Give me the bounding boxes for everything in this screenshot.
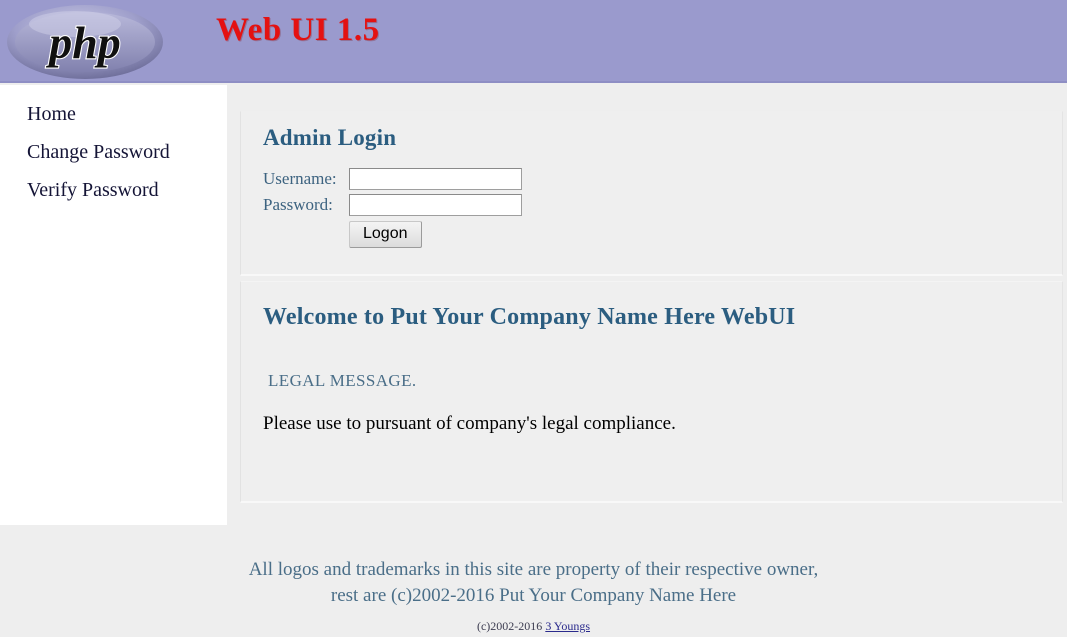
sidebar: Home Change Password Verify Password <box>0 85 227 525</box>
footer-copyright-text: (c)2002-2016 <box>476 619 546 633</box>
page-header: php Web UI 1.5 <box>0 0 1067 83</box>
page-footer: All logos and trademarks in this site ar… <box>0 528 1067 637</box>
password-input[interactable] <box>349 194 522 216</box>
sidebar-item-home[interactable]: Home <box>0 95 227 133</box>
legal-message-body: Please use to pursuant of company's lega… <box>263 413 676 434</box>
footer-line-2: rest are (c)2002-2016 Put Your Company N… <box>330 585 737 606</box>
legal-message-title: LEGAL MESSAGE. <box>268 371 417 390</box>
php-logo: php <box>7 5 163 79</box>
username-input[interactable] <box>349 168 522 190</box>
password-label: Password: <box>263 195 333 214</box>
sidebar-nav: Home Change Password Verify Password <box>0 85 227 209</box>
submit-row: Logon <box>263 221 522 248</box>
page-title: Web UI 1.5 <box>216 12 380 48</box>
footer-line-1: All logos and trademarks in this site ar… <box>248 559 819 580</box>
main-content: Admin Login Username: Password: Logon We… <box>227 85 1067 525</box>
footer-copyright: (c)2002-2016 3 Youngs <box>0 609 1067 634</box>
footer-credit-link[interactable]: 3 Youngs <box>545 619 590 633</box>
admin-login-panel: Admin Login Username: Password: Logon <box>240 111 1063 276</box>
admin-login-form: Username: Password: Logon <box>263 168 522 252</box>
admin-login-heading: Admin Login <box>263 125 397 150</box>
svg-text:php: php <box>45 17 121 68</box>
logon-button[interactable]: Logon <box>349 221 422 248</box>
password-row: Password: <box>263 194 522 216</box>
username-label: Username: <box>263 169 337 188</box>
welcome-panel: Welcome to Put Your Company Name Here We… <box>240 281 1063 503</box>
username-row: Username: <box>263 168 522 190</box>
sidebar-item-change-password[interactable]: Change Password <box>0 133 227 171</box>
sidebar-item-verify-password[interactable]: Verify Password <box>0 171 227 209</box>
welcome-heading: Welcome to Put Your Company Name Here We… <box>263 304 796 330</box>
